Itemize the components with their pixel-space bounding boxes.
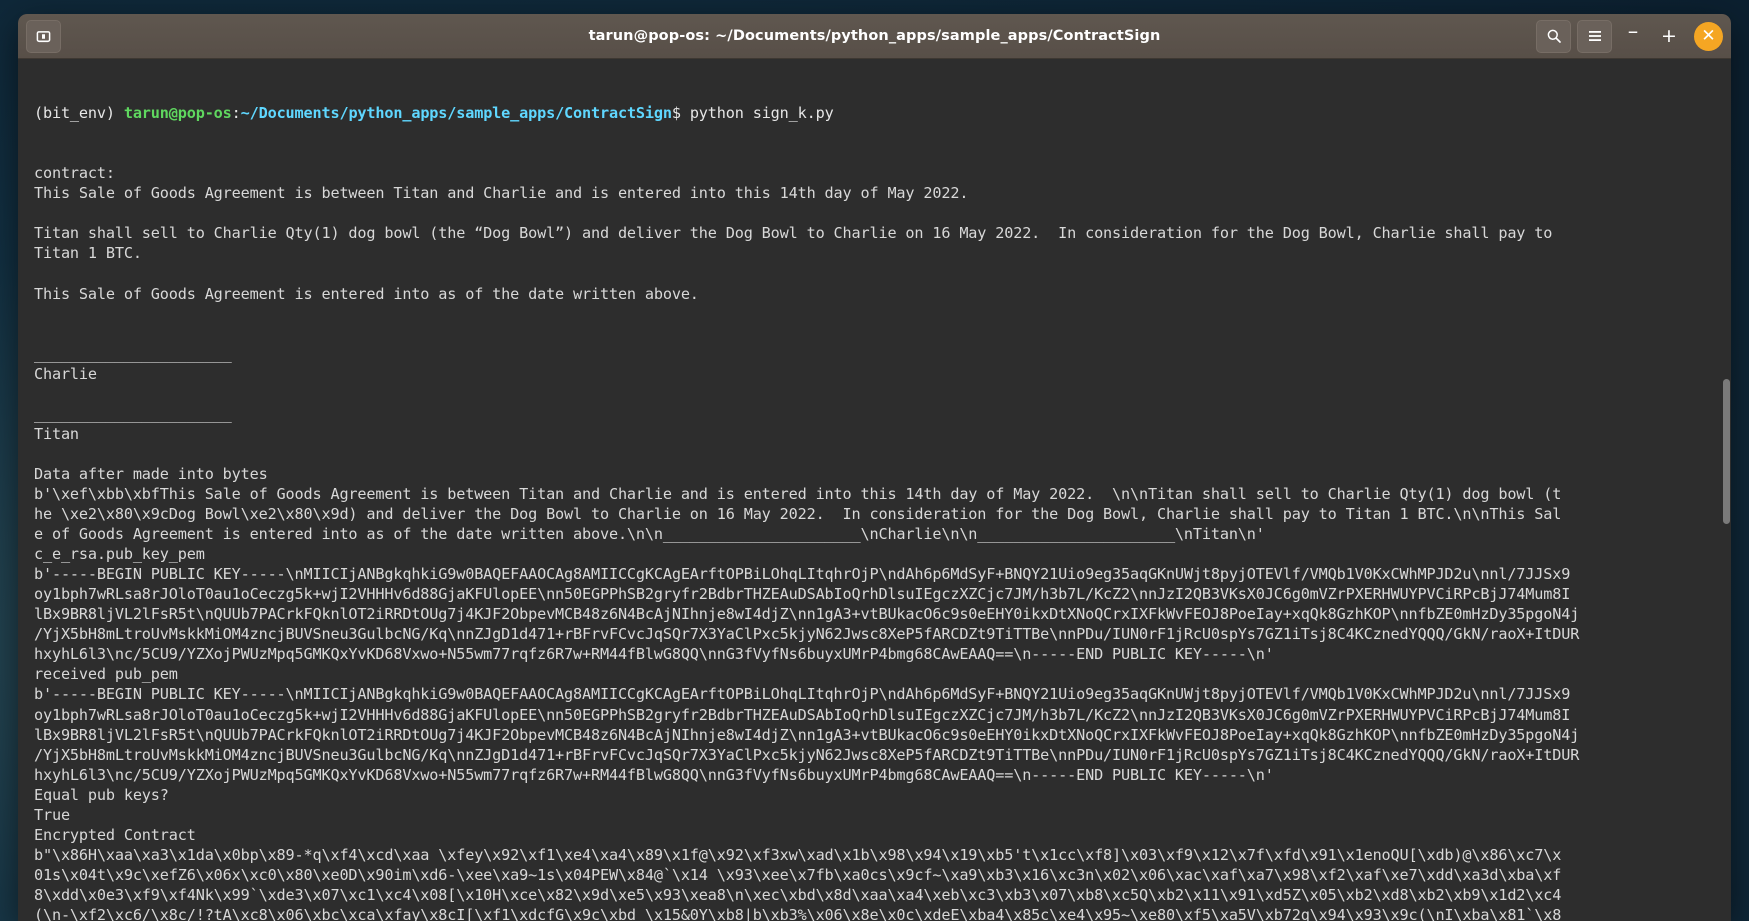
- terminal-line: Equal pub keys?: [34, 785, 169, 804]
- terminal-line: contract:: [34, 164, 115, 183]
- terminal-line: Titan: [34, 424, 79, 443]
- window-title: tarun@pop-os: ~/Documents/python_apps/sa…: [588, 28, 1161, 44]
- titlebar-left-group: [26, 19, 61, 53]
- terminal-line: hxyhL6l3\nc/5CU9/YZXojPWUzMpq5GMKQxYvKD6…: [34, 645, 1274, 664]
- terminal-body[interactable]: (bit_env) tarun@pop-os:~/Documents/pytho…: [18, 59, 1731, 921]
- hamburger-menu-icon[interactable]: [1577, 19, 1612, 53]
- terminal-line: b"\x86H\xaa\xa3\x1da\x0bp\x89-*q\xf4\xcd…: [34, 845, 1562, 864]
- terminal-line: ______________________: [34, 404, 232, 423]
- terminal-prompt-line: (bit_env) tarun@pop-os:~/Documents/pytho…: [34, 103, 1715, 123]
- terminal-scrollbar-thumb[interactable]: [1723, 379, 1730, 524]
- terminal-line: Data after made into bytes: [34, 464, 268, 483]
- terminal-line: 8\xdd\x0e3\xf9\xf4Nk\x99`\xde3\x07\xc1\x…: [34, 885, 1562, 904]
- terminal-line: c_e_rsa.pub_key_pem: [34, 545, 205, 564]
- terminal-line: lBx9BR8ljVL2lFsR5t\nQUUb7PACrkFQknlOT2iR…: [34, 605, 1580, 624]
- search-icon[interactable]: [1536, 19, 1571, 53]
- terminal-line: True: [34, 805, 70, 824]
- prompt-colon: :: [231, 104, 241, 123]
- terminal-scrollbar-track[interactable]: [1722, 59, 1731, 921]
- terminal-line: This Sale of Goods Agreement is between …: [34, 184, 969, 203]
- terminal-line: This Sale of Goods Agreement is entered …: [34, 284, 699, 303]
- terminal-output-lines: contract: This Sale of Goods Agreement is…: [34, 163, 1715, 921]
- terminal-line: lBx9BR8ljVL2lFsR5t\nQUUb7PACrkFQknlOT2iR…: [34, 725, 1580, 744]
- window-titlebar[interactable]: tarun@pop-os: ~/Documents/python_apps/sa…: [18, 14, 1731, 59]
- terminal-line: Encrypted Contract: [34, 825, 196, 844]
- prompt-path: ~/Documents/python_apps/sample_apps/Cont…: [240, 104, 672, 123]
- terminal-line: ______________________: [34, 344, 232, 363]
- terminal-line: /YjX5bH8mLtroUvMskkMiOM4zncjBUVSneu3Gulb…: [34, 745, 1580, 764]
- terminal-line: (\n-\xf2\xc6/\x8c/!?tA\xc8\x06\xbc\xca\x…: [34, 905, 1562, 921]
- terminal-line: oy1bph7wRLsa8rJOloT0au1oCeczg5k+wjI2VHHH…: [34, 585, 1571, 604]
- terminal-line: Titan shall sell to Charlie Qty(1) dog b…: [34, 224, 1553, 243]
- terminal-window: tarun@pop-os: ~/Documents/python_apps/sa…: [18, 14, 1731, 921]
- terminal-line: b'-----BEGIN PUBLIC KEY-----\nMIICIjANBg…: [34, 565, 1571, 584]
- terminal-line: he \xe2\x80\x9cDog Bowl\xe2\x80\x9d) and…: [34, 505, 1562, 524]
- prompt-env: (bit_env): [34, 104, 124, 123]
- prompt-command: $ python sign_k.py: [671, 104, 834, 123]
- maximize-button[interactable]: +: [1654, 21, 1684, 51]
- terminal-line: Titan 1 BTC.: [34, 244, 142, 263]
- titlebar-right-group: – + ✕: [1536, 17, 1723, 56]
- prompt-user-host: tarun@pop-os: [123, 104, 232, 123]
- terminal-line: received pub_pem: [34, 665, 178, 684]
- terminal-line: b'-----BEGIN PUBLIC KEY-----\nMIICIjANBg…: [34, 685, 1571, 704]
- terminal-line: oy1bph7wRLsa8rJOloT0au1oCeczg5k+wjI2VHHH…: [34, 705, 1571, 724]
- terminal-app-icon[interactable]: [26, 19, 61, 53]
- terminal-line: Charlie: [34, 364, 97, 383]
- close-button[interactable]: ✕: [1694, 21, 1723, 51]
- desktop-background: tarun@pop-os: ~/Documents/python_apps/sa…: [0, 0, 1749, 921]
- terminal-output: (bit_env) tarun@pop-os:~/Documents/pytho…: [34, 63, 1715, 921]
- terminal-line: e of Goods Agreement is entered into as …: [34, 525, 1265, 544]
- terminal-line: hxyhL6l3\nc/5CU9/YZXojPWUzMpq5GMKQxYvKD6…: [34, 765, 1274, 784]
- terminal-line: 01s\x04t\x9c\xefZ6\x06x\xc0\x80\xe0D\x90…: [34, 865, 1562, 884]
- minimize-button[interactable]: –: [1618, 17, 1648, 56]
- terminal-line: b'\xef\xbb\xbfThis Sale of Goods Agreeme…: [34, 484, 1562, 503]
- terminal-line: /YjX5bH8mLtroUvMskkMiOM4zncjBUVSneu3Gulb…: [34, 625, 1580, 644]
